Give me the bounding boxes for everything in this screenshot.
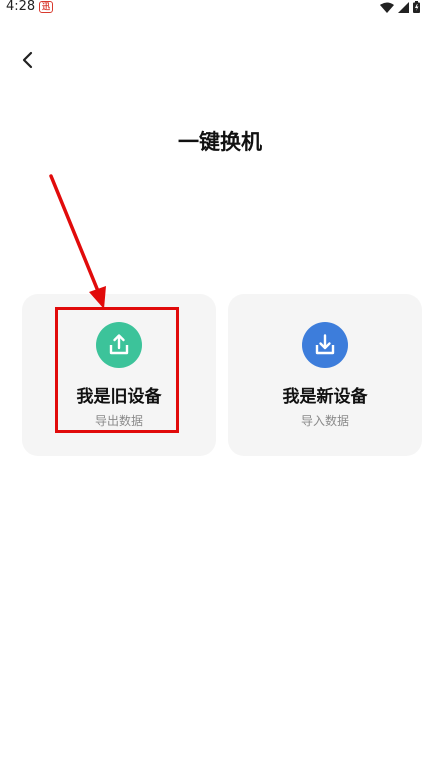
page-title: 一键换机 [178, 130, 262, 154]
new-device-card[interactable]: 我是新设备 导入数据 [228, 294, 422, 456]
new-device-title: 我是新设备 [282, 387, 368, 407]
battery-icon [413, 1, 420, 13]
annotation-highlight-box [55, 307, 179, 433]
app-notification-icon: 迅 [39, 1, 53, 13]
back-button[interactable] [14, 46, 42, 74]
status-icons [380, 1, 420, 13]
status-time: 4:28 [6, 0, 36, 14]
download-icon [302, 322, 348, 368]
wifi-icon [380, 2, 394, 13]
signal-icon [398, 1, 409, 13]
new-device-subtitle: 导入数据 [300, 414, 349, 428]
chevron-left-icon [22, 51, 33, 69]
status-bar: 4:28 迅 [0, 0, 440, 16]
